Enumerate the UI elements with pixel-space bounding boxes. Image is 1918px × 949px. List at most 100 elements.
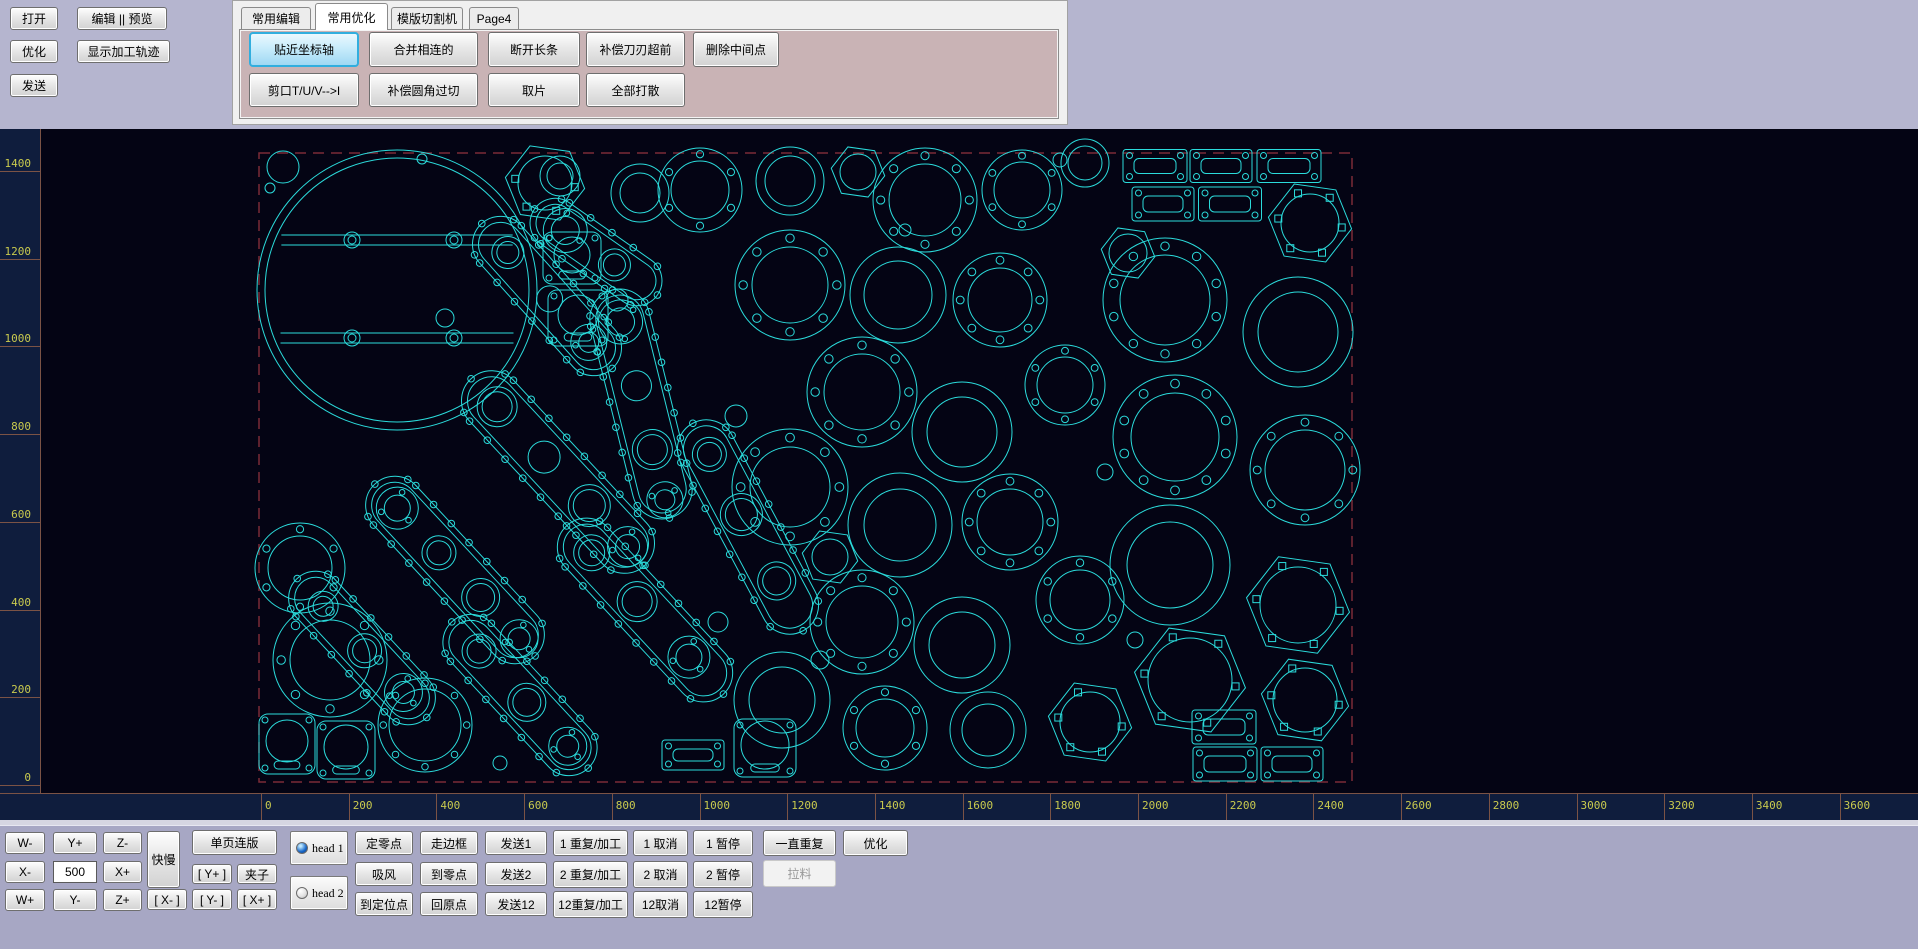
snap-to-axis-button[interactable]: 贴近坐标轴 xyxy=(249,32,359,67)
part-hex-flange xyxy=(1247,557,1350,653)
pick-piece-button[interactable]: 取片 xyxy=(488,73,580,107)
part-rect-gasket xyxy=(1123,150,1187,183)
h-ruler-tick xyxy=(349,794,350,821)
part-flange xyxy=(1113,375,1237,499)
h-ruler-label: 2800 xyxy=(1493,799,1520,812)
part-flange xyxy=(493,756,507,770)
jog-w-minus-button[interactable]: W- xyxy=(5,832,45,854)
explode-all-button[interactable]: 全部打散 xyxy=(586,73,685,107)
head1-selector[interactable]: head 1 xyxy=(290,831,348,865)
v-ruler-label: 800 xyxy=(11,420,31,433)
h-ruler-label: 1000 xyxy=(704,799,731,812)
part-flange xyxy=(1061,139,1109,187)
vertical-ruler: 1400120010008006004002000 xyxy=(0,129,41,793)
compensate-blade-lead-button[interactable]: 补偿刀刃超前 xyxy=(586,32,685,67)
part-rect-gasket xyxy=(1190,150,1252,183)
cancel2-button[interactable]: 2 取消 xyxy=(633,861,688,888)
open-button[interactable]: 打开 xyxy=(10,7,58,30)
send1-button[interactable]: 发送1 xyxy=(485,831,547,855)
compensate-fillet-overcut-button[interactable]: 补偿圆角过切 xyxy=(369,73,478,107)
h-ruler-label: 0 xyxy=(265,799,272,812)
feed-value-input[interactable] xyxy=(53,861,97,883)
head1-radio[interactable] xyxy=(296,842,308,854)
horizontal-ruler: 0200400600800100012001400160018002000220… xyxy=(0,793,1918,820)
edit-preview-button[interactable]: 编辑 || 预览 xyxy=(77,7,167,30)
part-flange xyxy=(1103,238,1227,362)
h-ruler-tick xyxy=(1577,794,1578,821)
send2-button[interactable]: 发送2 xyxy=(485,862,547,886)
walk-frame-button[interactable]: 走边框 xyxy=(420,831,478,855)
home-button[interactable]: 回原点 xyxy=(420,892,478,916)
part-flange xyxy=(265,183,275,193)
to-position-button[interactable]: 到定位点 xyxy=(355,892,413,916)
repeat12-button[interactable]: 12重复/加工 xyxy=(553,891,628,918)
delete-midpoints-button[interactable]: 删除中间点 xyxy=(693,32,779,67)
jog-z-plus-button[interactable]: Z+ xyxy=(103,889,142,911)
single-page-panel-button[interactable]: 单页连版 xyxy=(192,830,277,855)
repeat1-button[interactable]: 1 重复/加工 xyxy=(553,830,628,856)
cancel1-button[interactable]: 1 取消 xyxy=(633,830,688,856)
jog-y-plus-button[interactable]: Y+ xyxy=(53,832,97,854)
pause12-button[interactable]: 12暂停 xyxy=(693,891,753,918)
clamp-button[interactable]: 夹子 xyxy=(237,864,277,884)
v-ruler-label: 1400 xyxy=(5,157,32,170)
part-rect-gasket xyxy=(1257,150,1321,183)
jog-z-minus-button[interactable]: Z- xyxy=(103,832,142,854)
part-flange xyxy=(732,429,848,545)
h-ruler-tick xyxy=(524,794,525,821)
jog-x-minus-button[interactable]: X- xyxy=(5,861,45,883)
bracket-y-plus-button[interactable]: [ Y+ ] xyxy=(192,864,232,884)
merge-connected-button[interactable]: 合并相连的 xyxy=(369,32,478,67)
v-ruler-tick xyxy=(0,171,41,172)
part-plate-gasket xyxy=(273,555,451,740)
bracket-y-minus-button[interactable]: [ Y- ] xyxy=(192,889,232,910)
cancel12-button[interactable]: 12取消 xyxy=(633,891,688,918)
show-track-button[interactable]: 显示加工轨迹 xyxy=(77,40,170,63)
v-ruler-tick xyxy=(0,259,41,260)
speed-toggle-button[interactable]: 快慢 xyxy=(147,831,180,888)
part-flange xyxy=(273,603,387,717)
h-ruler-tick xyxy=(436,794,437,821)
tab-template-cutter[interactable]: 模版切割机 xyxy=(391,7,463,29)
jog-y-minus-button[interactable]: Y- xyxy=(53,889,97,911)
part-hex-flange xyxy=(1101,228,1154,278)
part-hex-flange xyxy=(831,147,884,197)
tab-page4[interactable]: Page4 xyxy=(469,7,519,29)
head2-radio[interactable] xyxy=(296,887,308,899)
jog-x-plus-button[interactable]: X+ xyxy=(103,861,142,883)
part-rect-gasket xyxy=(1132,187,1194,221)
bracket-x-minus-button[interactable]: [ X- ] xyxy=(147,889,187,910)
v-ruler-label: 1200 xyxy=(5,245,32,258)
pause1-button[interactable]: 1 暂停 xyxy=(693,830,753,856)
to-zero-button[interactable]: 到零点 xyxy=(420,862,478,886)
tab-common-optimize[interactable]: 常用优化 xyxy=(315,3,388,30)
pause2-button[interactable]: 2 暂停 xyxy=(693,861,753,888)
optimize-button[interactable]: 优化 xyxy=(10,40,58,63)
part-flange xyxy=(912,382,1012,482)
jog-w-plus-button[interactable]: W+ xyxy=(5,889,45,911)
optimize2-button[interactable]: 优化 xyxy=(843,830,908,856)
h-ruler-tick xyxy=(1138,794,1139,821)
send12-button[interactable]: 发送12 xyxy=(485,892,547,916)
head2-selector[interactable]: head 2 xyxy=(290,876,348,910)
h-ruler-label: 2200 xyxy=(1230,799,1257,812)
h-ruler-label: 800 xyxy=(616,799,636,812)
drawing-canvas[interactable]: 1400120010008006004002000 xyxy=(0,129,1918,793)
suction-button[interactable]: 吸风 xyxy=(355,862,413,886)
h-ruler-tick xyxy=(1664,794,1665,821)
bracket-x-plus-button[interactable]: [ X+ ] xyxy=(237,889,277,910)
repeat2-button[interactable]: 2 重复/加工 xyxy=(553,861,628,888)
part-rect-gasket xyxy=(1199,187,1262,221)
part-flange xyxy=(953,253,1047,347)
part-flange xyxy=(735,230,845,340)
break-long-strip-button[interactable]: 断开长条 xyxy=(488,32,580,67)
always-repeat-button[interactable]: 一直重复 xyxy=(763,830,836,856)
part-flange xyxy=(1243,277,1353,387)
h-ruler-label: 400 xyxy=(440,799,460,812)
tab-common-edit[interactable]: 常用编辑 xyxy=(241,7,311,29)
set-zero-button[interactable]: 定零点 xyxy=(355,831,413,855)
part-flange xyxy=(914,597,1010,693)
cut-tuv-to-i-button[interactable]: 剪口T/U/V-->I xyxy=(249,73,359,107)
ruler-divider xyxy=(0,820,1918,825)
send-button[interactable]: 发送 xyxy=(10,74,58,97)
